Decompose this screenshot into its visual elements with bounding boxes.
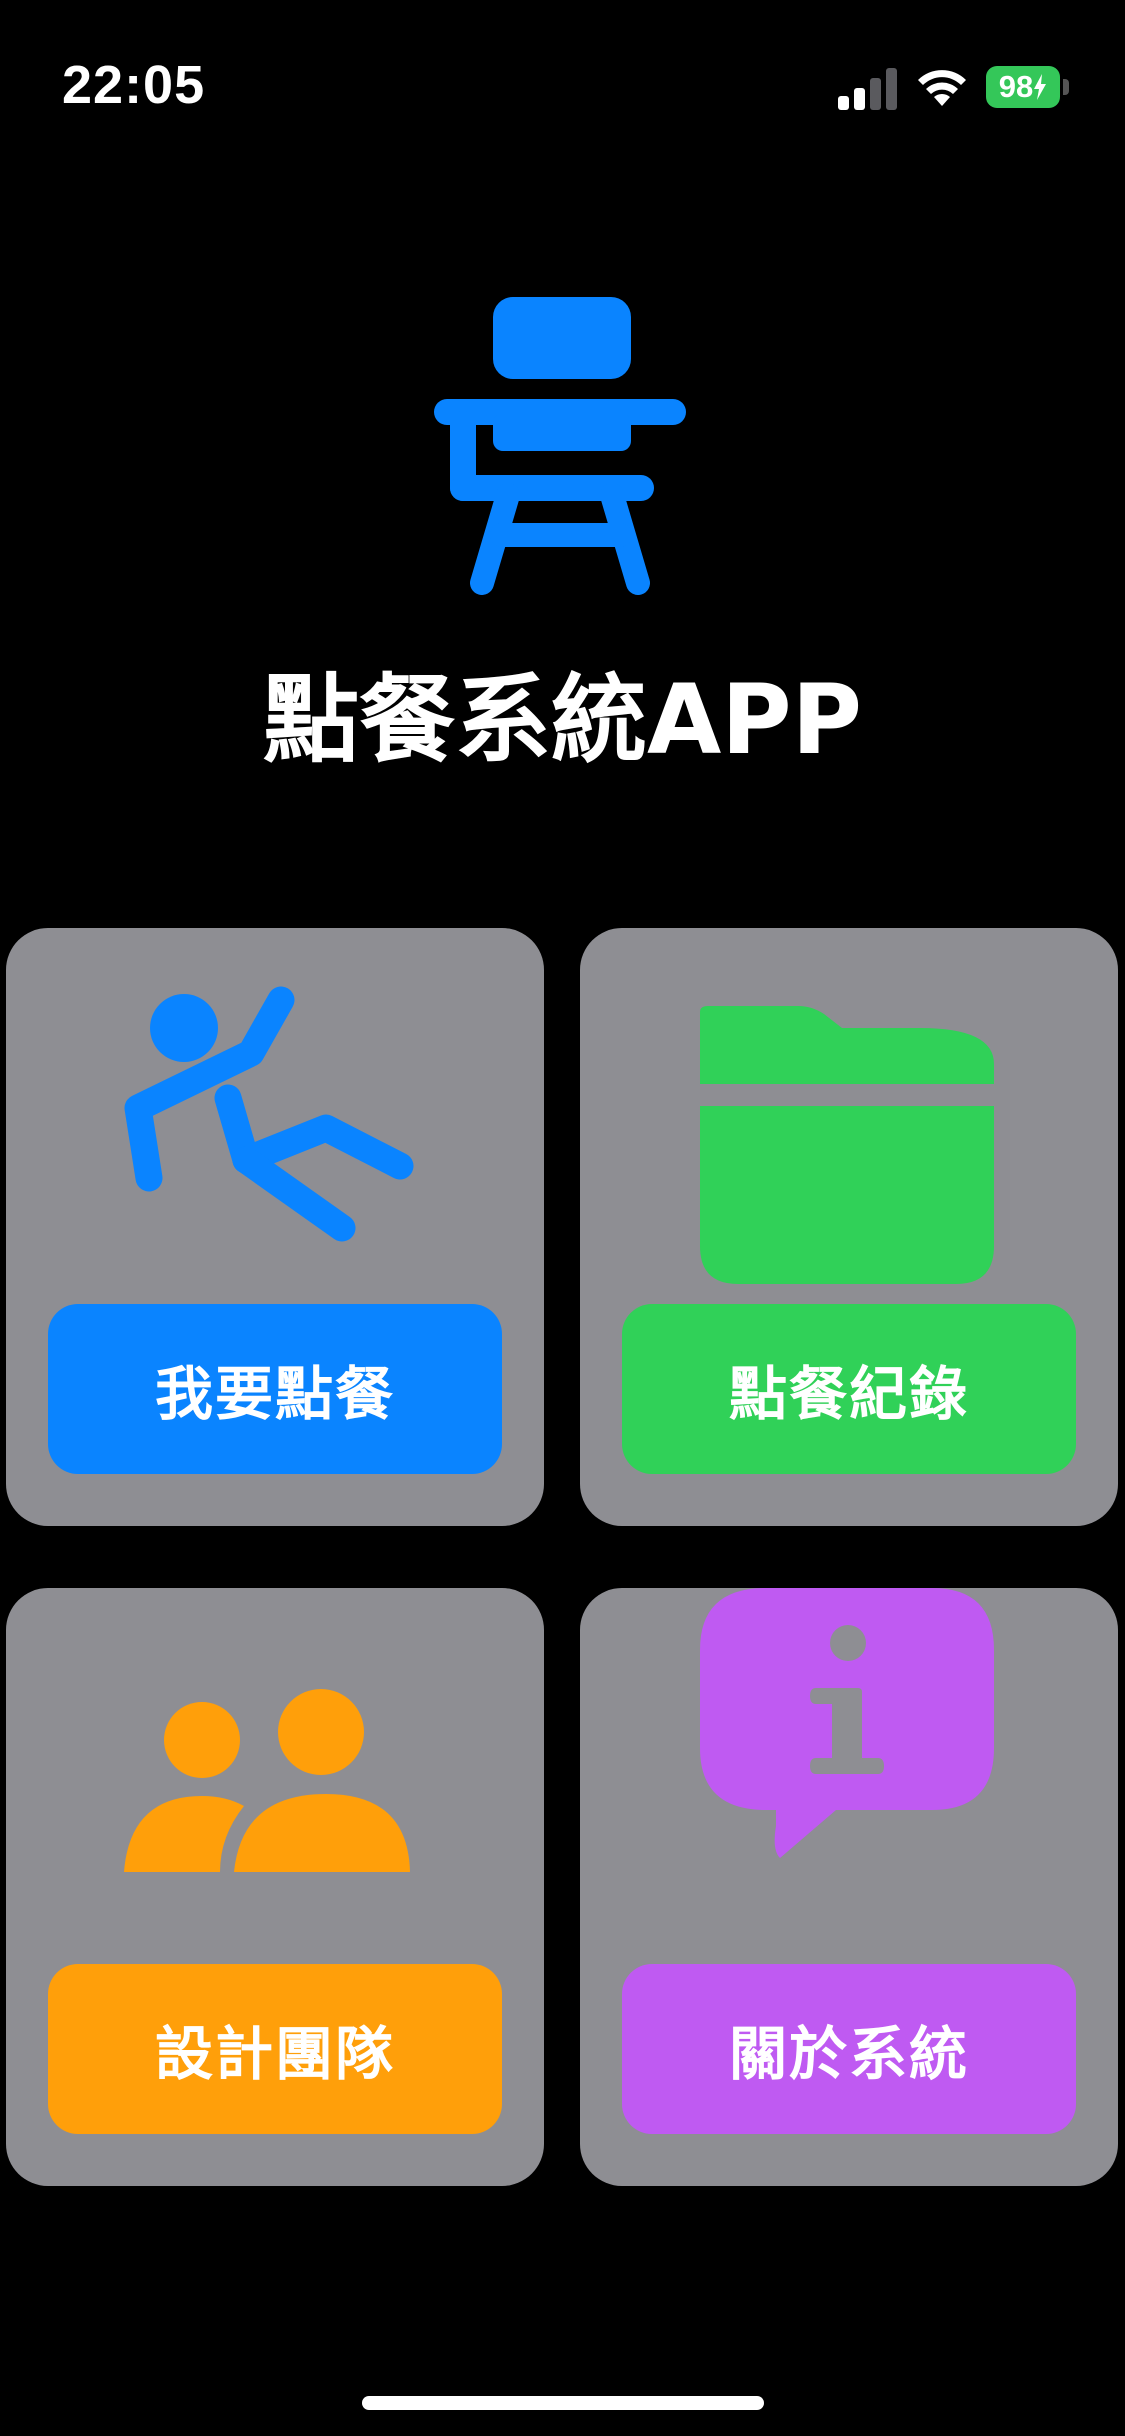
status-bar: 22:05 98 bbox=[0, 0, 1125, 160]
battery-icon: 98 bbox=[986, 66, 1070, 108]
battery-percent: 98 bbox=[998, 69, 1034, 104]
person-falling-icon bbox=[124, 986, 414, 1242]
wifi-icon bbox=[918, 70, 966, 106]
two-people-icon bbox=[124, 1689, 410, 1872]
order-card[interactable]: 我要點餐 bbox=[6, 928, 544, 1526]
home-indicator[interactable] bbox=[362, 2396, 764, 2410]
about-card[interactable]: 關於系統 bbox=[580, 1588, 1118, 2186]
order-button[interactable]: 我要點餐 bbox=[48, 1304, 502, 1474]
app-title: 點餐系統APP bbox=[262, 664, 862, 776]
charging-bolt-icon bbox=[1034, 74, 1047, 100]
about-button[interactable]: 關於系統 bbox=[622, 1964, 1076, 2134]
order-history-button[interactable]: 點餐紀錄 bbox=[622, 1304, 1076, 1474]
folder-icon bbox=[700, 1006, 994, 1284]
design-team-card[interactable]: 設計團隊 bbox=[6, 1588, 544, 2186]
status-time: 22:05 bbox=[62, 55, 206, 115]
cellular-signal-icon bbox=[838, 68, 897, 110]
school-desk-chair-icon bbox=[434, 297, 686, 595]
design-team-button[interactable]: 設計團隊 bbox=[48, 1964, 502, 2134]
info-bubble-icon bbox=[700, 1588, 994, 1858]
battery-cap bbox=[1063, 79, 1069, 95]
order-history-card[interactable]: 點餐紀錄 bbox=[580, 928, 1118, 1526]
battery-level: 98 bbox=[986, 66, 1060, 108]
